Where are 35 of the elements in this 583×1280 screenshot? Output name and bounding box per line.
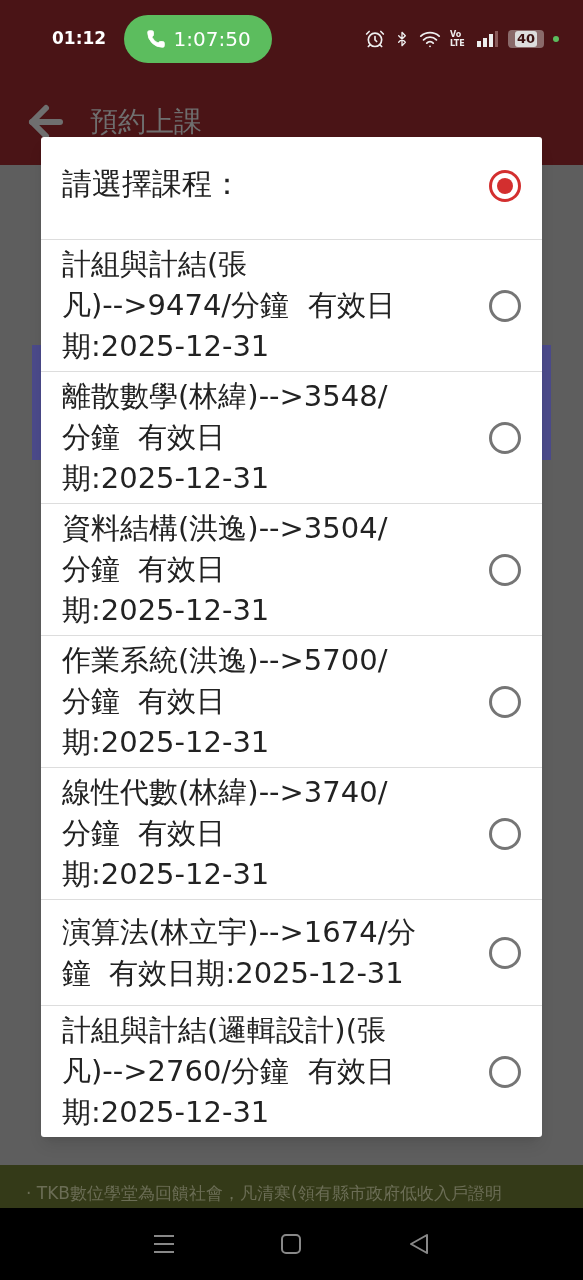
- course-option[interactable]: 離散數學(林緯)-->3548/ 分鐘 有效日 期:2025-12-31: [41, 372, 542, 504]
- course-label: 計組與計結(邏輯設計)(張 凡)-->2760/分鐘 有效日 期:2025-12-31: [62, 1012, 396, 1131]
- radio-button[interactable]: [489, 936, 521, 969]
- course-label: 作業系統(洪逸)-->5700/ 分鐘 有效日 期:2025-12-31: [62, 642, 389, 761]
- course-label: 線性代數(林緯)-->3740/ 分鐘 有效日 期:2025-12-31: [62, 774, 389, 893]
- course-label: 資料結構(洪逸)-->3504/ 分鐘 有效日 期:2025-12-31: [62, 510, 389, 629]
- back-icon[interactable]: [408, 1233, 431, 1255]
- page-title: 預約上課: [90, 103, 202, 140]
- course-option[interactable]: 計組與計結(張 凡)-->9474/分鐘 有效日 期:2025-12-31: [41, 240, 542, 372]
- dialog-prompt: 請選擇課程：: [62, 165, 243, 203]
- network-label: Vo LTE: [450, 30, 466, 48]
- menu-icon[interactable]: [152, 1234, 175, 1254]
- prompt-row[interactable]: 請選擇課程：: [41, 137, 542, 240]
- battery-indicator: 40: [508, 30, 544, 48]
- course-option[interactable]: 資料結構(洪逸)-->3504/ 分鐘 有效日 期:2025-12-31: [41, 504, 542, 636]
- course-label: 離散數學(林緯)-->3548/ 分鐘 有效日 期:2025-12-31: [62, 378, 389, 497]
- course-option[interactable]: 演算法(林立宇)-->1674/分 鐘 有效日期:2025-12-31: [41, 900, 542, 1006]
- radio-button[interactable]: [489, 421, 521, 454]
- radio-button[interactable]: [489, 553, 521, 586]
- course-label: 演算法(林立宇)-->1674/分 鐘 有效日期:2025-12-31: [62, 913, 418, 992]
- phone-icon: [145, 29, 166, 49]
- radio-button[interactable]: [489, 1055, 521, 1088]
- course-option[interactable]: 作業系統(洪逸)-->5700/ 分鐘 有效日 期:2025-12-31: [41, 636, 542, 768]
- alarm-icon: [365, 29, 385, 49]
- signal-icon: [477, 31, 499, 47]
- course-label: 計組與計結(張 凡)-->9474/分鐘 有效日 期:2025-12-31: [62, 246, 396, 365]
- radio-button[interactable]: [489, 685, 521, 718]
- radio-button[interactable]: [489, 817, 521, 850]
- footer-note: · TKB數位學堂為回饋社會，凡清寒(領有縣市政府低收入戶證明: [26, 1183, 502, 1203]
- radio-button[interactable]: [489, 289, 521, 322]
- course-option[interactable]: 計組與計結(邏輯設計)(張 凡)-->2760/分鐘 有效日 期:2025-12-31: [41, 1006, 542, 1137]
- clock-time: 01:12: [52, 27, 107, 51]
- course-option[interactable]: 線性代數(林緯)-->3740/ 分鐘 有效日 期:2025-12-31: [41, 768, 542, 900]
- home-icon[interactable]: [280, 1233, 303, 1255]
- radio-button[interactable]: [489, 170, 521, 202]
